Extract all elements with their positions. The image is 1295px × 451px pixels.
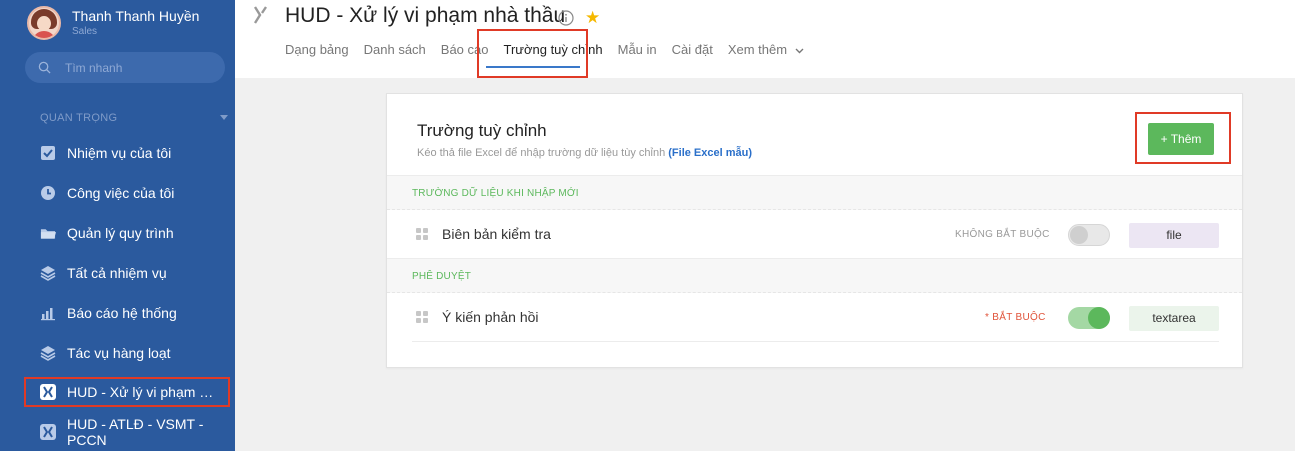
required-toggle[interactable] bbox=[1068, 224, 1110, 246]
sidebar-item-label: HUD - ATLĐ - VSMT - PCCN bbox=[67, 416, 204, 448]
profile-name: Thanh Thanh Huyền bbox=[72, 7, 200, 24]
field-row: Ý kiến phản hồi * BẮT BUỘC textarea bbox=[412, 294, 1219, 342]
sidebar: Thanh Thanh Huyền Sales QUAN TRỌNG Nhiệm… bbox=[0, 0, 235, 451]
field-label: Ý kiến phản hồi bbox=[442, 309, 539, 325]
required-toggle[interactable] bbox=[1068, 307, 1110, 329]
bar-chart-icon bbox=[40, 305, 56, 321]
field-label: Biên bản kiểm tra bbox=[442, 226, 551, 242]
sidebar-item-bulk-actions[interactable]: Tác vụ hàng loạt bbox=[40, 343, 171, 363]
caret-down-icon bbox=[220, 115, 228, 120]
sidebar-item-label: Nhiệm vụ của tôi bbox=[67, 145, 172, 161]
user-profile[interactable]: Thanh Thanh Huyền Sales bbox=[27, 6, 199, 40]
app-logo-icon bbox=[251, 6, 271, 29]
sidebar-item-label: Công việc của tôi bbox=[67, 185, 175, 201]
card-title: Trường tuỳ chỉnh bbox=[417, 121, 547, 140]
sidebar-item-my-work[interactable]: Công việc của tôi bbox=[40, 183, 174, 203]
chevron-down-icon bbox=[795, 48, 804, 54]
star-icon[interactable]: ★ bbox=[585, 8, 600, 28]
tab-list[interactable]: Danh sách bbox=[364, 42, 426, 57]
sidebar-item-my-tasks[interactable]: Nhiệm vụ của tôi bbox=[40, 143, 171, 163]
app-logo-icon bbox=[40, 384, 56, 400]
page-title: HUD - Xử lý vi phạm nhà thầu bbox=[285, 4, 566, 27]
requirement-label: * BẮT BUỘC bbox=[985, 312, 1046, 323]
layers-icon bbox=[40, 265, 56, 281]
field-row: Biên bản kiểm tra KHÔNG BẮT BUỘC file bbox=[412, 211, 1219, 259]
sample-excel-link[interactable]: (File Excel mẫu) bbox=[668, 147, 752, 159]
sidebar-item-label: Báo cáo hệ thống bbox=[67, 305, 177, 321]
group-header-approval: PHÊ DUYỆT bbox=[387, 258, 1242, 293]
field-type-badge: textarea bbox=[1129, 306, 1219, 331]
profile-role: Sales bbox=[72, 25, 98, 37]
avatar[interactable] bbox=[27, 6, 61, 40]
sidebar-item-process-management[interactable]: Quản lý quy trình bbox=[40, 223, 174, 243]
sidebar-item-label: HUD - Xử lý vi phạm nh... bbox=[67, 384, 215, 400]
clock-icon bbox=[40, 185, 56, 201]
quick-search[interactable] bbox=[25, 52, 225, 83]
folder-icon bbox=[40, 225, 56, 241]
sidebar-item-hud-atld[interactable]: HUD - ATLĐ - VSMT - PCCN bbox=[40, 416, 235, 448]
search-input[interactable] bbox=[65, 60, 215, 75]
requirement-label: KHÔNG BẮT BUỘC bbox=[955, 229, 1050, 240]
sidebar-item-label: Tất cả nhiệm vụ bbox=[67, 265, 167, 281]
card-description: Kéo thả file Excel để nhập trường dữ liệ… bbox=[417, 147, 752, 159]
sidebar-item-system-reports[interactable]: Báo cáo hệ thống bbox=[40, 303, 177, 323]
info-icon[interactable] bbox=[558, 10, 574, 31]
field-type-badge: file bbox=[1129, 223, 1219, 248]
add-field-button[interactable]: + Thêm bbox=[1148, 123, 1214, 155]
sidebar-item-label: Quản lý quy trình bbox=[67, 225, 174, 241]
tab-more-label: Xem thêm bbox=[727, 42, 788, 57]
check-square-icon bbox=[40, 145, 56, 161]
search-icon bbox=[38, 61, 51, 74]
sidebar-item-label: Tác vụ hàng loạt bbox=[67, 345, 171, 361]
layers-icon bbox=[40, 345, 56, 361]
tab-settings[interactable]: Cài đặt bbox=[672, 42, 713, 57]
tab-more[interactable]: Xem thêm bbox=[728, 42, 804, 57]
card-description-text: Kéo thả file Excel để nhập trường dữ liệ… bbox=[417, 147, 666, 159]
app-logo-icon bbox=[40, 424, 56, 440]
page-header: HUD - Xử lý vi phạm nhà thầu ★ Dạng bảng… bbox=[235, 0, 1295, 78]
custom-fields-card: Trường tuỳ chỉnh Kéo thả file Excel để n… bbox=[386, 93, 1243, 368]
tab-table-view[interactable]: Dạng bảng bbox=[285, 42, 349, 57]
drag-handle-icon[interactable] bbox=[416, 228, 428, 240]
drag-handle-icon[interactable] bbox=[416, 311, 428, 323]
highlight-box bbox=[477, 29, 588, 78]
sidebar-section-title[interactable]: QUAN TRỌNG bbox=[40, 112, 232, 124]
section-title-label: QUAN TRỌNG bbox=[40, 112, 118, 124]
group-header-new-entry: TRƯỜNG DỮ LIỆU KHI NHẬP MỚI bbox=[387, 175, 1242, 210]
sidebar-item-hud-contractor-violations[interactable]: HUD - Xử lý vi phạm nh... bbox=[24, 377, 230, 407]
tab-print-templates[interactable]: Mẫu in bbox=[618, 42, 657, 57]
sidebar-item-all-tasks[interactable]: Tất cả nhiệm vụ bbox=[40, 263, 167, 283]
